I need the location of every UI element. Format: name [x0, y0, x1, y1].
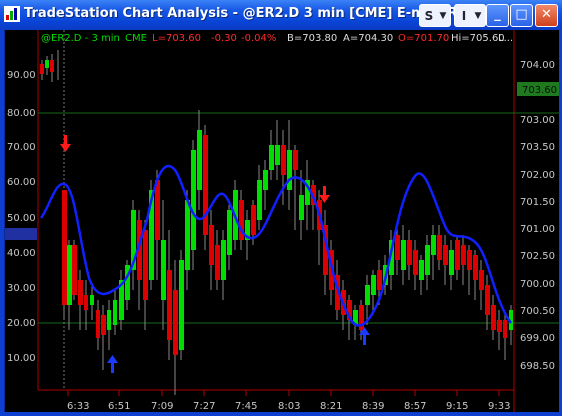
header-high: Hi=705.60	[451, 33, 505, 44]
chevron-down-icon: ▼	[474, 10, 482, 21]
time-tick: 6:51	[108, 401, 130, 412]
maximize-icon: □	[515, 7, 528, 22]
time-tick: 6:33	[67, 401, 89, 412]
left-tick: 40.00	[7, 248, 36, 259]
right-axis: 704.00 703.60 703.00 703.50 702.00 701.5…	[517, 60, 559, 372]
right-tick: 698.50	[520, 361, 555, 372]
style-dropdown[interactable]: S ▼	[419, 4, 451, 27]
left-tick: 70.00	[7, 142, 36, 153]
chevron-down-icon: ▼	[439, 10, 447, 21]
time-tick: 7:09	[151, 401, 173, 412]
left-tick: 20.00	[7, 318, 36, 329]
right-tick: 704.00	[520, 60, 555, 71]
time-tick: 8:21	[320, 401, 342, 412]
indicator-button-label: I	[461, 8, 467, 23]
indicator-dropdown[interactable]: I ▼	[454, 4, 486, 27]
header-bid: B=703.80	[287, 33, 337, 44]
header-symbol: @ER2.D - 3 min	[41, 33, 120, 44]
left-tick: 80.00	[7, 108, 36, 119]
time-tick: 7:45	[235, 401, 257, 412]
left-tick: 30.00	[7, 283, 36, 294]
header-open: O=701.70	[398, 33, 449, 44]
maximize-button[interactable]: □	[510, 4, 533, 27]
window-title: TradeStation Chart Analysis - @ER2.D 3 m…	[24, 6, 473, 21]
right-tick: 700.50	[520, 306, 555, 317]
header-change: -0.30	[211, 33, 237, 44]
time-axis: 6:33 6:51 7:09 7:27 7:45 8:03 8:21 8:39 …	[67, 390, 510, 412]
style-button-label: S	[424, 8, 434, 23]
chart-header: @ER2.D - 3 min CME L=703.60 -0.30 -0.04%…	[41, 33, 513, 44]
close-button[interactable]: ✕	[535, 4, 558, 27]
app-icon	[4, 6, 20, 22]
chart-area[interactable]: @ER2.D - 3 min CME L=703.60 -0.30 -0.04%…	[4, 30, 559, 412]
right-tick: 702.00	[520, 170, 555, 181]
header-exchange: CME	[125, 33, 147, 44]
chart-canvas[interactable]: @ER2.D - 3 min CME L=703.60 -0.30 -0.04%…	[5, 30, 559, 412]
minimize-icon: _	[494, 7, 501, 22]
buy-arrow-icon	[107, 355, 118, 373]
right-tick: 703.00	[520, 115, 555, 126]
sell-arrow-icon	[60, 135, 71, 152]
left-tick: 60.00	[7, 177, 36, 188]
time-tick: 8:57	[404, 401, 426, 412]
chart-window: TradeStation Chart Analysis - @ER2.D 3 m…	[0, 0, 562, 416]
right-tick: 701.00	[520, 224, 555, 235]
right-tick: 700.00	[520, 279, 555, 290]
header-last: L=703.60	[152, 33, 201, 44]
last-price-label: 703.60	[522, 85, 557, 96]
left-tick: 10.00	[7, 353, 36, 364]
left-tick: 90.00	[7, 70, 36, 81]
header-low: L...	[498, 33, 513, 44]
left-axis-highlight	[5, 228, 37, 240]
time-tick: 8:39	[362, 401, 384, 412]
left-axis: 90.00 80.00 70.00 60.00 50.00 40.00 30.0…	[5, 70, 37, 364]
time-tick: 9:15	[446, 401, 468, 412]
right-tick: 699.00	[520, 333, 555, 344]
header-ask: A=704.30	[343, 33, 393, 44]
right-tick: 703.50	[520, 142, 555, 153]
left-tick: 50.00	[7, 213, 36, 224]
right-tick: 701.50	[520, 197, 555, 208]
header-change-pct: -0.04%	[241, 33, 276, 44]
time-tick: 7:27	[193, 401, 215, 412]
close-icon: ✕	[541, 7, 552, 22]
time-tick: 8:03	[278, 401, 300, 412]
right-tick: 702.50	[520, 251, 555, 262]
candlestick-series	[40, 50, 513, 395]
minimize-button[interactable]: _	[486, 4, 509, 27]
time-tick: 9:33	[488, 401, 510, 412]
title-bar[interactable]: TradeStation Chart Analysis - @ER2.D 3 m…	[0, 0, 562, 30]
